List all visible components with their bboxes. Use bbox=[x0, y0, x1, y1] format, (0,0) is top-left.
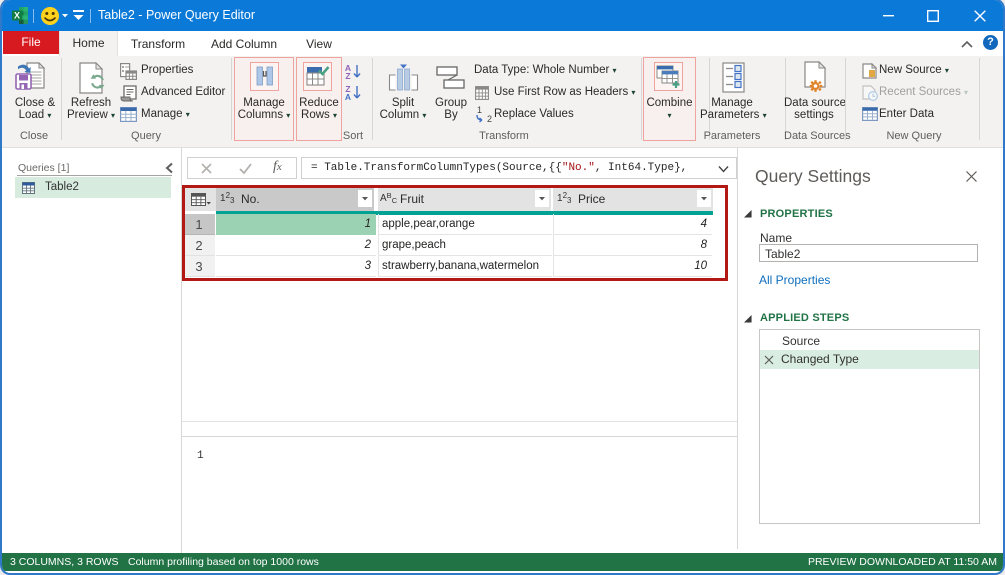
svg-text:Z: Z bbox=[345, 71, 350, 81]
svg-text:1: 1 bbox=[477, 105, 482, 115]
svg-text:A: A bbox=[345, 92, 351, 101]
svg-text:2: 2 bbox=[487, 114, 492, 123]
svg-text:X: X bbox=[14, 11, 20, 21]
